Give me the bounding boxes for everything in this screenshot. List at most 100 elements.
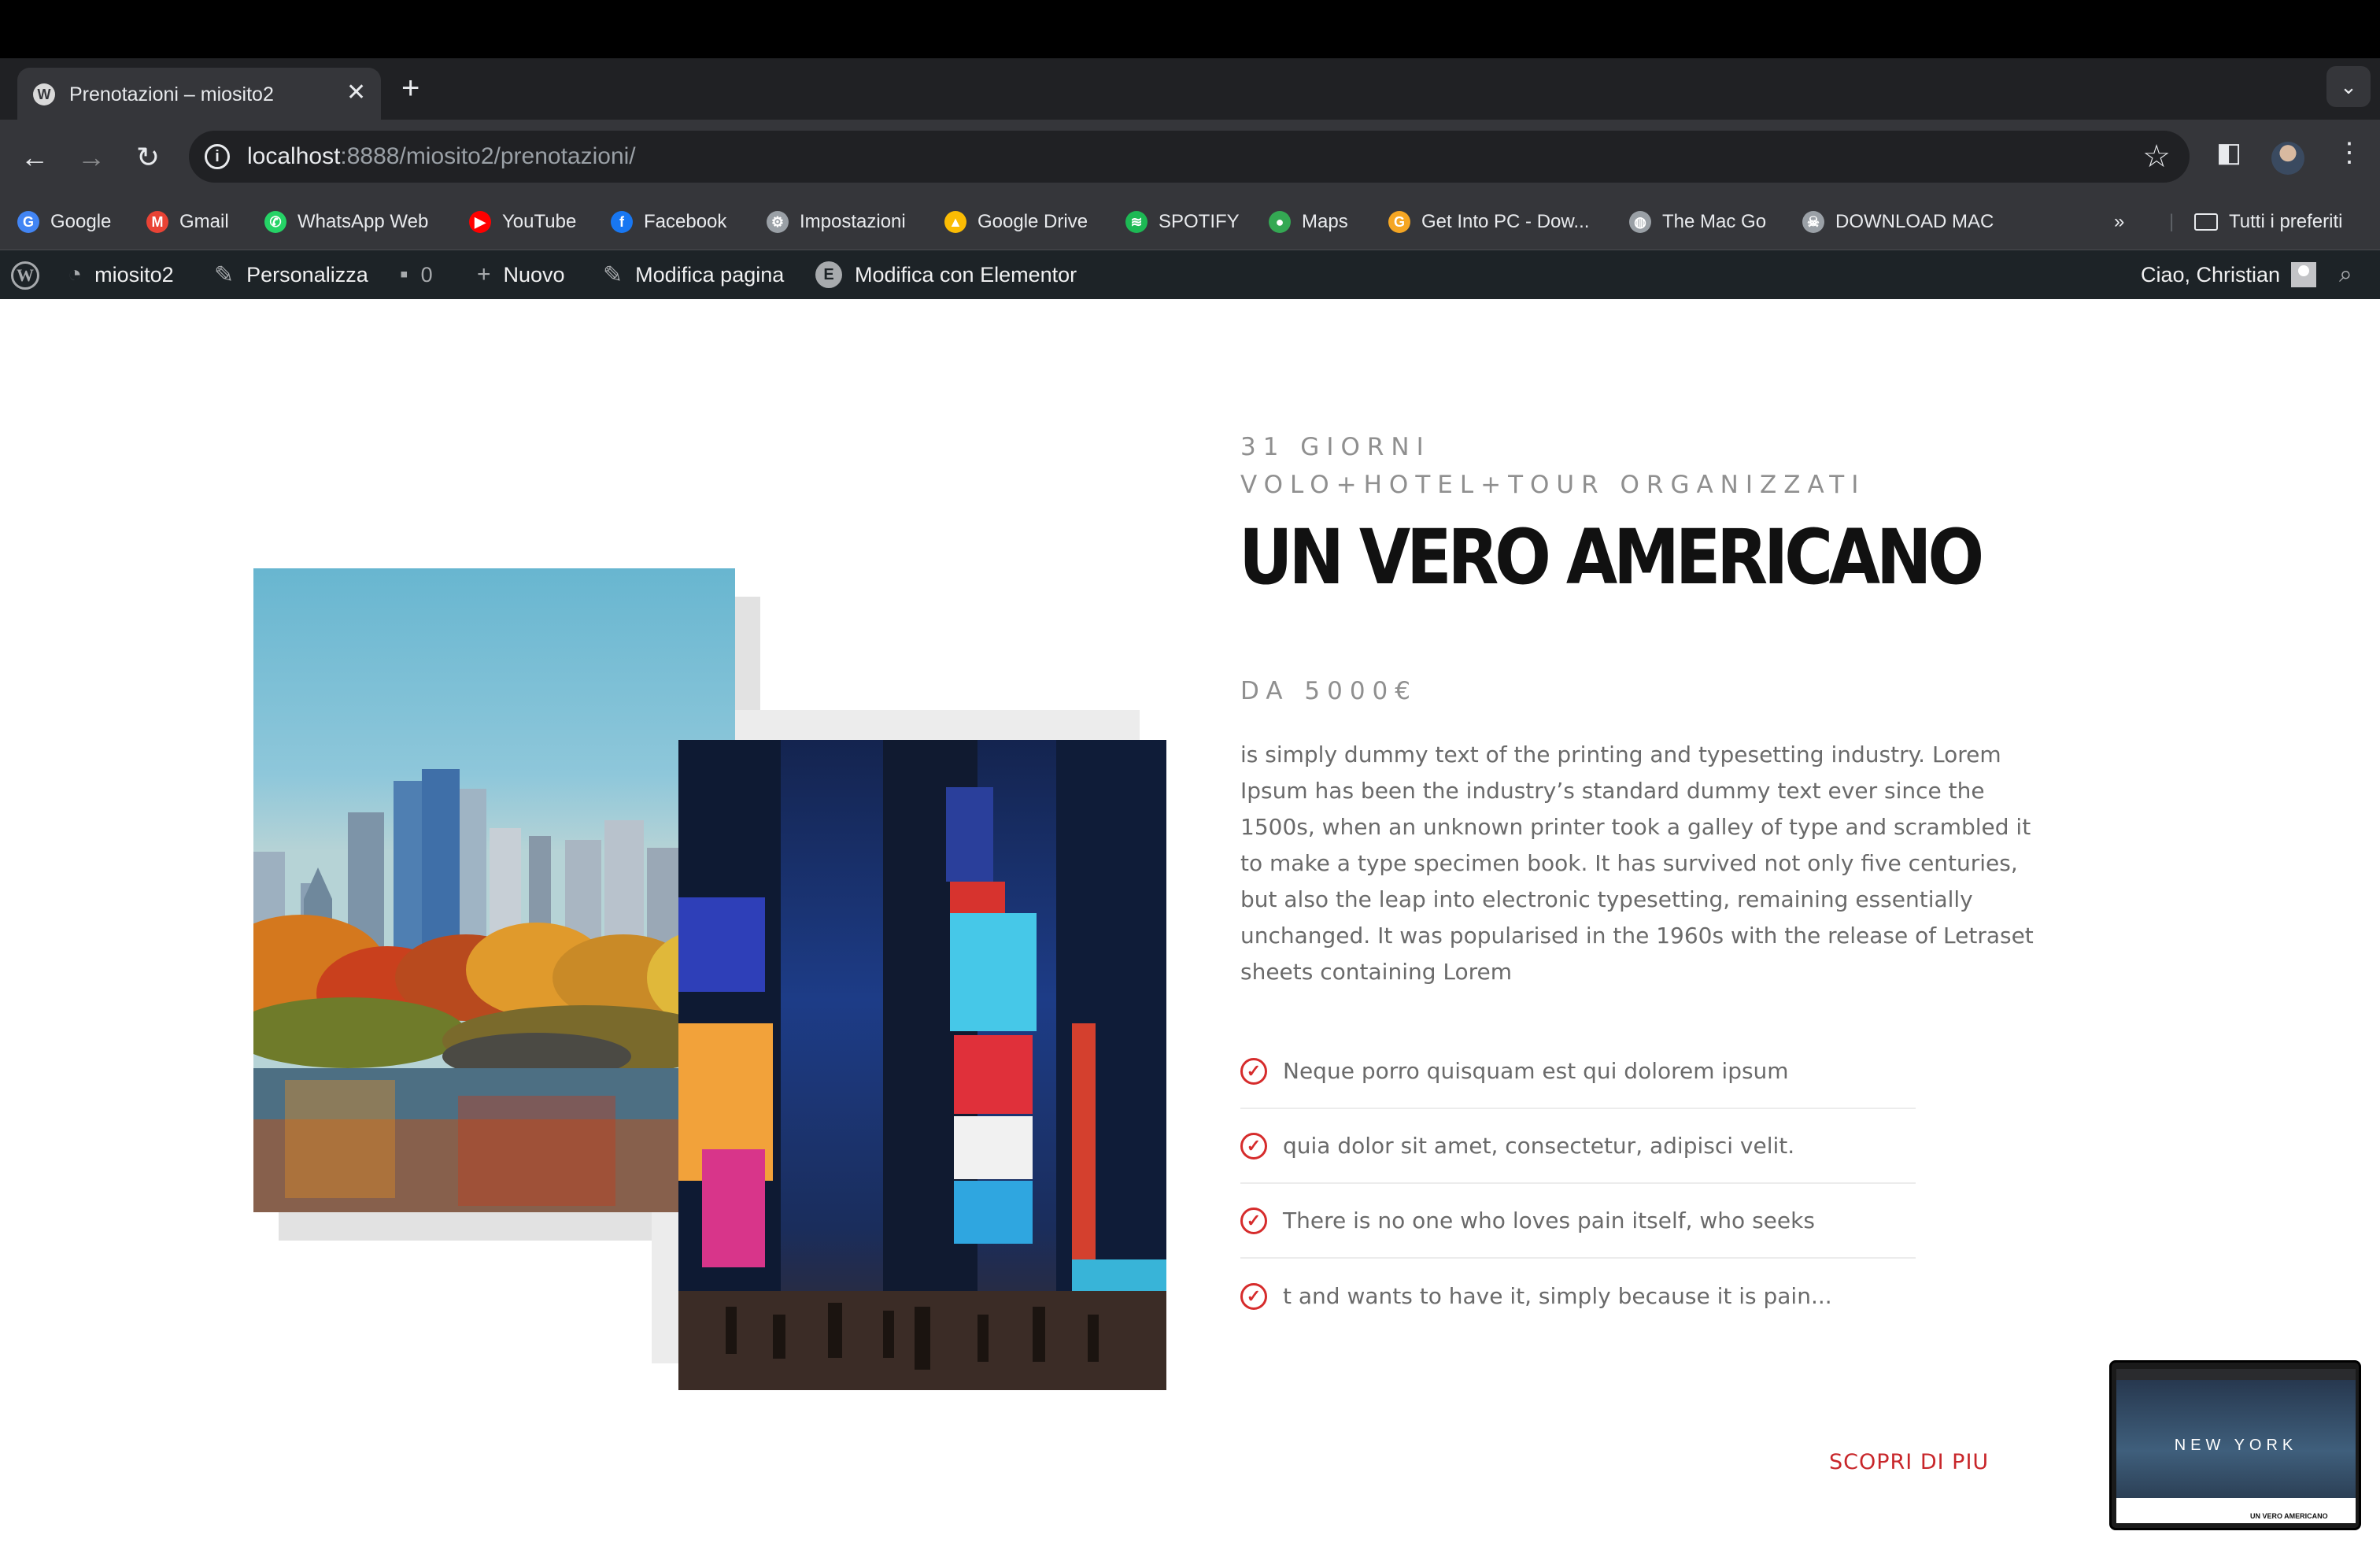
bookmark-label: YouTube bbox=[502, 211, 577, 232]
bookmark-label: SPOTIFY bbox=[1159, 211, 1240, 232]
wp-new[interactable]: + Nuovo bbox=[477, 260, 565, 290]
bookmark-item[interactable]: G Google bbox=[17, 206, 111, 238]
dashboard-icon: ◔ bbox=[68, 261, 83, 287]
bookmarks-overflow-icon[interactable]: » bbox=[2114, 206, 2124, 238]
bookmark-item[interactable]: ≋ SPOTIFY bbox=[1125, 206, 1240, 238]
feature-text: Neque porro quisquam est qui dolorem ips… bbox=[1283, 1058, 1789, 1084]
facebook-icon: f bbox=[611, 211, 633, 233]
new-tab-icon[interactable]: + bbox=[401, 72, 419, 104]
wp-edit-elementor[interactable]: E Modifica con Elementor bbox=[815, 260, 1077, 290]
bookmark-item[interactable]: M Gmail bbox=[146, 206, 229, 238]
bookmark-item[interactable]: f Facebook bbox=[611, 206, 726, 238]
bookmark-label: DOWNLOAD MAC bbox=[1835, 211, 1994, 232]
plus-icon: + bbox=[477, 261, 491, 287]
description-text: is simply dummy text of the printing and… bbox=[1240, 742, 2034, 985]
bookmark-star-icon[interactable]: ☆ bbox=[2142, 139, 2171, 175]
wp-edit-page-label: Modifica pagina bbox=[635, 262, 785, 287]
skull-icon: ☠ bbox=[1802, 211, 1824, 233]
profile-avatar[interactable] bbox=[2271, 142, 2304, 175]
url-text[interactable]: localhost:8888/miosito2/prenotazioni/ bbox=[247, 143, 636, 170]
site-info-icon[interactable]: i bbox=[205, 144, 230, 169]
pencil-icon: ✎ bbox=[603, 261, 623, 288]
thumbnail-title: NEW YORK bbox=[2174, 1437, 2298, 1454]
tab-title: Prenotazioni – miosito2 bbox=[69, 83, 274, 105]
eyebrow-package: VOLO+HOTEL+TOUR ORGANIZZATI bbox=[1240, 471, 1866, 499]
menu-kebab-icon[interactable]: ⋮ bbox=[2336, 137, 2363, 168]
bookmark-item[interactable]: ☠ DOWNLOAD MAC bbox=[1802, 206, 1994, 238]
wp-comments[interactable]: ▪ 0 bbox=[400, 260, 433, 290]
wp-edit-elementor-label: Modifica con Elementor bbox=[855, 262, 1077, 287]
all-bookmarks-folder[interactable]: Tutti i preferiti bbox=[2194, 206, 2342, 238]
user-avatar bbox=[2291, 262, 2317, 287]
browser-toolbar: ← → ↻ i localhost:8888/miosito2/prenotaz… bbox=[0, 120, 2380, 195]
wordpress-favicon-icon: W bbox=[33, 83, 55, 105]
bookmark-item[interactable]: G Get Into PC - Dow... bbox=[1388, 206, 1589, 238]
wp-edit-page[interactable]: ✎ Modifica pagina bbox=[603, 260, 784, 290]
feature-text: quia dolor sit amet, consectetur, adipis… bbox=[1283, 1133, 1795, 1159]
list-item: ✓ Neque porro quisquam est qui dolorem i… bbox=[1240, 1034, 1916, 1109]
screenshot-thumbnail[interactable]: NEW YORK UN VERO AMERICANO bbox=[2109, 1360, 2361, 1530]
tab-search-icon[interactable]: ⌄ bbox=[2326, 66, 2371, 107]
bookmark-label: Facebook bbox=[644, 211, 727, 232]
all-bookmarks-label: Tutti i preferiti bbox=[2229, 211, 2343, 232]
check-circle-icon: ✓ bbox=[1240, 1282, 1267, 1310]
elementor-icon: E bbox=[815, 261, 842, 288]
feature-list: ✓ Neque porro quisquam est qui dolorem i… bbox=[1240, 1034, 1916, 1333]
screen-top-band bbox=[0, 0, 2380, 58]
thumbnail-preview: NEW YORK UN VERO AMERICANO bbox=[2116, 1369, 2356, 1523]
bookmarks-bar: » | Tutti i preferiti G Google M Gmail ✆ What… bbox=[0, 195, 2380, 250]
list-item: ✓ t and wants to have it, simply because… bbox=[1240, 1259, 1916, 1333]
thumbnail-subtitle: UN VERO AMERICANO bbox=[2250, 1512, 2328, 1520]
folder-icon bbox=[2194, 213, 2218, 231]
whatsapp-icon: ✆ bbox=[264, 211, 286, 233]
feature-text: There is no one who loves pain itself, w… bbox=[1283, 1208, 1815, 1233]
wp-site-name[interactable]: ◔ miosito2 bbox=[68, 260, 174, 290]
eyebrow-days: 31 GIORNI bbox=[1240, 433, 1431, 461]
address-bar[interactable]: i localhost:8888/miosito2/prenotazioni/ … bbox=[189, 131, 2190, 183]
wp-customize[interactable]: ✎ Personalizza bbox=[214, 260, 368, 290]
wp-search-icon[interactable]: ⌕ bbox=[2339, 260, 2352, 290]
globe-icon: ◍ bbox=[1629, 211, 1651, 233]
close-tab-icon[interactable]: ✕ bbox=[346, 79, 366, 107]
feature-text: t and wants to have it, simply because i… bbox=[1283, 1283, 1832, 1309]
google-icon: G bbox=[17, 211, 39, 233]
getintopc-icon: G bbox=[1388, 211, 1410, 233]
section-headline: UN VERO AMERICANO bbox=[1239, 513, 1984, 601]
discover-more-link[interactable]: SCOPRI DI PIU bbox=[1829, 1450, 1989, 1474]
bookmark-item[interactable]: ✆ WhatsApp Web bbox=[264, 206, 428, 238]
drive-icon: ▲ bbox=[944, 211, 966, 233]
bookmark-label: Google bbox=[50, 211, 112, 232]
bookmark-item[interactable]: ◍ The Mac Go bbox=[1629, 206, 1766, 238]
gear-icon: ⚙ bbox=[767, 211, 789, 233]
reload-icon[interactable]: ↻ bbox=[128, 137, 168, 178]
bookmark-item[interactable]: ⚙ Impostazioni bbox=[767, 206, 906, 238]
forward-icon[interactable]: → bbox=[71, 137, 112, 178]
wordpress-logo-icon[interactable]: W bbox=[11, 261, 39, 290]
maps-icon: ● bbox=[1269, 211, 1291, 233]
bookmark-item[interactable]: ▶ YouTube bbox=[469, 206, 576, 238]
bookmark-item[interactable]: ● Maps bbox=[1269, 206, 1348, 238]
price-label: DA 5000€ bbox=[1240, 677, 1418, 705]
back-icon[interactable]: ← bbox=[14, 137, 55, 178]
thumbnail-browser-bar bbox=[2116, 1369, 2356, 1380]
comment-icon: ▪ bbox=[400, 261, 408, 287]
thumbnail-hero: NEW YORK bbox=[2116, 1380, 2356, 1498]
bookmark-label: Google Drive bbox=[978, 211, 1088, 232]
list-item: ✓ There is no one who loves pain itself,… bbox=[1240, 1184, 1916, 1259]
youtube-icon: ▶ bbox=[469, 211, 491, 233]
bookmark-item[interactable]: ▲ Google Drive bbox=[944, 206, 1088, 238]
side-panel-icon[interactable]: ◧ bbox=[2216, 137, 2241, 168]
bookmark-label: Gmail bbox=[179, 211, 229, 232]
page-content: 31 GIORNI VOLO+HOTEL+TOUR ORGANIZZATI UN… bbox=[0, 299, 2380, 1546]
check-circle-icon: ✓ bbox=[1240, 1207, 1267, 1234]
wp-site-name-label: miosito2 bbox=[94, 262, 174, 287]
wp-user-account[interactable]: Ciao, Christian bbox=[2141, 260, 2317, 290]
wp-admin-bar: W ◔ miosito2 ✎ Personalizza ▪ 0 + Nuovo … bbox=[0, 250, 2380, 299]
wp-comments-count: 0 bbox=[420, 262, 433, 287]
wp-customize-label: Personalizza bbox=[246, 262, 368, 287]
gmail-icon: M bbox=[146, 211, 168, 233]
bookmark-label: WhatsApp Web bbox=[298, 211, 429, 232]
browser-tab[interactable]: W Prenotazioni – miosito2 ✕ bbox=[17, 68, 381, 120]
tab-strip: W Prenotazioni – miosito2 ✕ + ⌄ bbox=[0, 58, 2380, 120]
bookmark-label: Get Into PC - Dow... bbox=[1421, 211, 1590, 232]
